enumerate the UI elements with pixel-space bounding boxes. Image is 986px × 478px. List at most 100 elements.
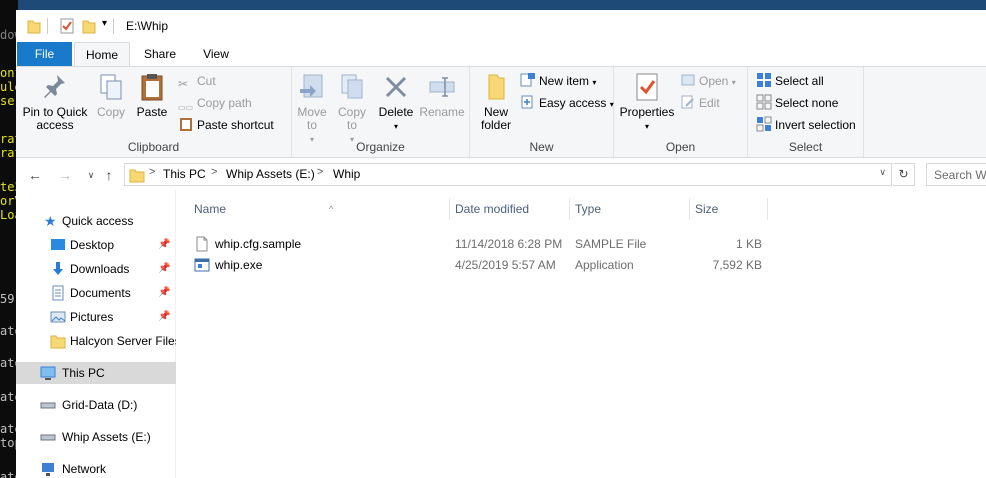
copy-label: Copy [96, 105, 125, 119]
file-list: Name ^ Date modified Type Size whip.cfg.… [176, 190, 986, 478]
new-folder-button[interactable]: New folder [476, 71, 516, 132]
nav-item-grid-data[interactable]: Grid-Data (D:) [16, 394, 176, 416]
invert-selection-button[interactable]: Invert selection [756, 115, 856, 135]
file-row[interactable]: whip.exe 4/25/2019 5:57 AM Application 7,59… [194, 255, 764, 275]
rename-label: Rename [419, 105, 465, 119]
paste-shortcut-button[interactable]: Paste shortcut [178, 115, 274, 135]
edit-button[interactable]: Edit [680, 93, 720, 113]
qat-separator [47, 18, 48, 34]
nav-item-whip-assets[interactable]: Whip Assets (E:) [16, 426, 176, 448]
file-name: whip.cfg.sample [215, 237, 302, 251]
properties-qat-icon[interactable] [60, 18, 74, 34]
pin-icon [44, 75, 65, 98]
copy-path-button[interactable]: ▭▭ Copy path [178, 93, 252, 113]
navigation-bar: ← → ∨ ↑ > This PC > Whip Assets (E:) > W… [16, 159, 986, 189]
dropdown-arrow-icon: ▾ [393, 122, 398, 131]
nav-item-network[interactable]: Network [16, 458, 176, 478]
tab-view[interactable]: View [190, 42, 242, 66]
nav-item-quick-access[interactable]: ★ Quick access [16, 210, 176, 232]
easy-access-icon [521, 95, 533, 109]
rename-icon [429, 77, 455, 97]
nav-item-halcyon-server-files[interactable]: Halcyon Server Files [16, 330, 176, 352]
invert-selection-icon [756, 116, 772, 132]
breadcrumb-whip[interactable]: Whip [333, 167, 360, 181]
delete-button[interactable]: Delete ▾ [376, 71, 416, 133]
copy-button[interactable]: Copy [94, 71, 128, 119]
nav-item-downloads[interactable]: Downloads 📌 [16, 258, 176, 280]
tab-share[interactable]: Share [134, 42, 186, 66]
pinned-icon: 📌 [158, 287, 171, 298]
column-header-date-modified[interactable]: Date modified [452, 198, 570, 220]
pin-to-quick-access-button[interactable]: Pin to Quick access [22, 71, 88, 132]
select-group-label: Select [788, 140, 823, 154]
address-bar[interactable]: > This PC > Whip Assets (E:) > Whip ∨ [124, 163, 892, 186]
new-folder-qat-icon[interactable] [82, 18, 96, 34]
dropdown-arrow-icon: ▾ [592, 78, 597, 87]
address-dropdown-chevron-icon[interactable]: ∨ [879, 167, 886, 178]
paste-button[interactable]: Paste [134, 71, 170, 119]
nav-item-pictures[interactable]: Pictures 📌 [16, 306, 176, 328]
organize-group: Move to ▾ Copy to ▾ Delete ▾ Rename Organiz… [292, 67, 470, 157]
breadcrumb-whip-assets[interactable]: Whip Assets (E:) [226, 167, 315, 181]
move-to-icon [300, 74, 323, 98]
folder-icon[interactable] [27, 18, 41, 34]
new-folder-label: New folder [480, 105, 512, 132]
refresh-icon[interactable]: ↻ [893, 163, 915, 186]
file-type: SAMPLE File [575, 237, 647, 251]
back-arrow-icon[interactable]: ← [26, 166, 44, 184]
clipboard-group-label: Clipboard [127, 140, 180, 154]
recent-locations-chevron-icon[interactable]: ∨ [82, 166, 100, 184]
desktop-icon [51, 239, 65, 250]
new-group-label: New [529, 140, 554, 154]
application-icon [194, 258, 210, 272]
title-bar: ▾ E:\Whip [16, 10, 986, 42]
copy-to-button[interactable]: Copy to ▾ [332, 71, 372, 146]
move-to-button[interactable]: Move to ▾ [292, 71, 332, 146]
rename-button[interactable]: Rename [418, 71, 466, 119]
dropdown-arrow-icon: ▾ [731, 78, 736, 87]
file-size: 1 KB [735, 237, 762, 251]
select-none-label: Select none [775, 96, 839, 110]
column-header-type[interactable]: Type [572, 198, 690, 220]
drive-icon [40, 434, 56, 441]
column-header-name[interactable]: Name ^ [191, 198, 450, 220]
nav-label: Grid-Data (D:) [62, 398, 138, 412]
breadcrumb-this-pc[interactable]: This PC [163, 167, 206, 181]
file-row[interactable]: whip.cfg.sample 11/14/2018 6:28 PM SAMPLE … [194, 234, 764, 254]
select-none-button[interactable]: Select none [756, 93, 838, 113]
column-header-size[interactable]: Size [692, 198, 768, 220]
search-input[interactable]: Search Whip [926, 163, 986, 186]
organize-group-label: Organize [356, 140, 405, 154]
generic-file-icon [196, 236, 208, 252]
copy-to-label: Copy to [337, 105, 366, 132]
easy-access-button[interactable]: Easy access ▾ [520, 93, 614, 113]
nav-label: Quick access [62, 214, 134, 228]
copy-icon [100, 74, 122, 100]
forward-arrow-icon[interactable]: → [56, 166, 74, 184]
nav-item-documents[interactable]: Documents 📌 [16, 282, 176, 304]
qat-dropdown-icon[interactable]: ▾ [102, 18, 107, 34]
nav-item-this-pc[interactable]: This PC [16, 362, 176, 384]
file-date-modified: 11/14/2018 6:28 PM [455, 237, 563, 251]
clipboard-group: Pin to Quick access Copy Paste ✂ Cut ▭▭ Co… [16, 67, 292, 157]
nav-item-desktop[interactable]: Desktop 📌 [16, 234, 176, 256]
drive-icon [40, 402, 56, 409]
copy-to-icon [341, 74, 363, 99]
new-item-icon [520, 73, 535, 87]
scissors-icon: ✂ [178, 77, 189, 91]
properties-button[interactable]: Properties ▾ [616, 71, 678, 133]
copy-path-label: Copy path [197, 96, 252, 110]
breadcrumb-separator-icon: > [149, 166, 156, 178]
cut-button[interactable]: ✂ Cut [178, 71, 216, 91]
tab-home[interactable]: Home [74, 42, 130, 66]
easy-access-label: Easy access [539, 96, 607, 110]
invert-selection-label: Invert selection [775, 118, 856, 132]
select-all-button[interactable]: Select all [756, 71, 824, 91]
tab-file[interactable]: File [17, 42, 72, 66]
open-button[interactable]: Open ▾ [680, 71, 736, 91]
up-arrow-icon[interactable]: ↑ [100, 166, 118, 184]
new-item-label: New item [539, 74, 590, 88]
pin-label: Pin to Quick access [22, 105, 88, 132]
new-item-button[interactable]: New item ▾ [520, 71, 596, 91]
file-name: whip.exe [215, 258, 263, 272]
